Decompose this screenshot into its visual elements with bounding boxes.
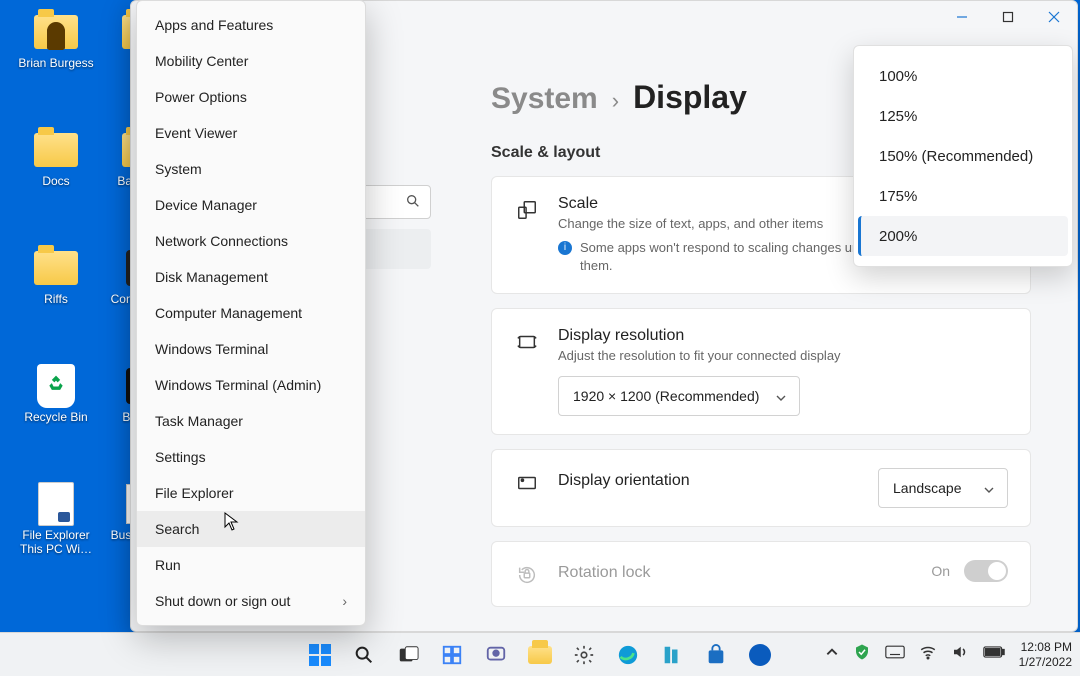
winx-item-search[interactable]: Search [137, 511, 365, 547]
window-minimize-button[interactable] [939, 1, 985, 33]
card-resolution: Display resolution Adjust the resolution… [491, 308, 1031, 436]
scale-option-175[interactable]: 175% [858, 176, 1068, 216]
chevron-right-icon: › [342, 593, 347, 609]
winx-item-network-connections[interactable]: Network Connections [137, 223, 365, 259]
scale-option-125[interactable]: 125% [858, 96, 1068, 136]
winx-item-settings[interactable]: Settings [137, 439, 365, 475]
rotation-lock-icon [514, 562, 540, 588]
desktop-icon-label: File Explorer This PC Wi… [16, 528, 96, 556]
resolution-icon [514, 329, 540, 355]
app-taskbar-2[interactable] [740, 635, 780, 675]
desktop-icon-label: Recycle Bin [16, 410, 96, 424]
orientation-icon [514, 470, 540, 496]
rotation-lock-toggle[interactable] [964, 560, 1008, 582]
card-subtitle: Adjust the resolution to fit your connec… [558, 347, 1008, 365]
taskbar: 12:08 PM 1/27/2022 [0, 632, 1080, 676]
winx-item-mobility-center[interactable]: Mobility Center [137, 43, 365, 79]
window-close-button[interactable] [1031, 1, 1077, 33]
card-title: Display resolution [558, 327, 1008, 345]
desktop-icon[interactable]: Docs [16, 130, 96, 188]
wifi-icon[interactable] [919, 643, 937, 666]
scale-icon [514, 197, 540, 223]
winx-item-disk-management[interactable]: Disk Management [137, 259, 365, 295]
resolution-select[interactable]: 1920 × 1200 (Recommended) [558, 376, 800, 416]
page-title: Display [633, 79, 747, 116]
card-orientation: Display orientation Landscape [491, 449, 1031, 527]
winx-context-menu: Apps and FeaturesMobility CenterPower Op… [136, 0, 366, 626]
widgets-button[interactable] [432, 635, 472, 675]
scale-option-200[interactable]: 200% [858, 216, 1068, 256]
toggle-label: On [931, 563, 950, 579]
settings-taskbar[interactable] [564, 635, 604, 675]
desktop-icon-label: Docs [16, 174, 96, 188]
chevron-down-icon [775, 391, 787, 407]
battery-icon[interactable] [983, 645, 1005, 664]
winx-item-windows-terminal[interactable]: Windows Terminal [137, 331, 365, 367]
file-explorer-taskbar[interactable] [520, 635, 560, 675]
taskbar-clock[interactable]: 12:08 PM 1/27/2022 [1019, 640, 1072, 670]
desktop-icon[interactable]: Riffs [16, 248, 96, 306]
winx-item-run[interactable]: Run [137, 547, 365, 583]
store-taskbar[interactable] [696, 635, 736, 675]
desktop-icon-label: Riffs [16, 292, 96, 306]
winx-item-shut-down-or-sign-out[interactable]: Shut down or sign out› [137, 583, 365, 619]
winx-item-device-manager[interactable]: Device Manager [137, 187, 365, 223]
card-title: Rotation lock [558, 564, 913, 582]
keyboard-icon[interactable] [885, 645, 905, 664]
chevron-right-icon: › [612, 88, 619, 114]
volume-icon[interactable] [951, 643, 969, 666]
scale-dropdown: 100% 125% 150% (Recommended) 175% 200% [853, 45, 1073, 267]
desktop-icon-label: Brian Burgess [16, 56, 96, 70]
app-taskbar-1[interactable] [652, 635, 692, 675]
info-icon: i [558, 241, 572, 255]
winx-item-file-explorer[interactable]: File Explorer [137, 475, 365, 511]
winx-item-apps-and-features[interactable]: Apps and Features [137, 7, 365, 43]
winx-item-task-manager[interactable]: Task Manager [137, 403, 365, 439]
scale-option-100[interactable]: 100% [858, 56, 1068, 96]
taskbar-center [300, 635, 780, 675]
orientation-select[interactable]: Landscape [878, 468, 1008, 508]
card-title: Display orientation [558, 472, 860, 490]
chat-button[interactable] [476, 635, 516, 675]
cursor-icon [224, 512, 240, 537]
taskbar-search-button[interactable] [344, 635, 384, 675]
winx-item-event-viewer[interactable]: Event Viewer [137, 115, 365, 151]
search-icon [405, 193, 421, 214]
edge-taskbar[interactable] [608, 635, 648, 675]
breadcrumb-parent[interactable]: System [491, 82, 598, 116]
tray-overflow-button[interactable] [825, 645, 839, 664]
task-view-button[interactable] [388, 635, 428, 675]
scale-option-150[interactable]: 150% (Recommended) [858, 136, 1068, 176]
chevron-down-icon [983, 483, 995, 499]
card-rotation-lock: Rotation lock On [491, 541, 1031, 607]
winx-item-power-options[interactable]: Power Options [137, 79, 365, 115]
security-icon[interactable] [853, 643, 871, 666]
desktop-icon-user[interactable]: Brian Burgess [16, 12, 96, 70]
winx-item-windows-terminal-admin-[interactable]: Windows Terminal (Admin) [137, 367, 365, 403]
desktop-icon-recycle-bin[interactable]: Recycle Bin [16, 366, 96, 424]
winx-item-system[interactable]: System [137, 151, 365, 187]
winx-item-computer-management[interactable]: Computer Management [137, 295, 365, 331]
system-tray: 12:08 PM 1/27/2022 [825, 640, 1072, 670]
start-button[interactable] [300, 635, 340, 675]
window-maximize-button[interactable] [985, 1, 1031, 33]
desktop-icon[interactable]: File Explorer This PC Wi… [16, 484, 96, 556]
